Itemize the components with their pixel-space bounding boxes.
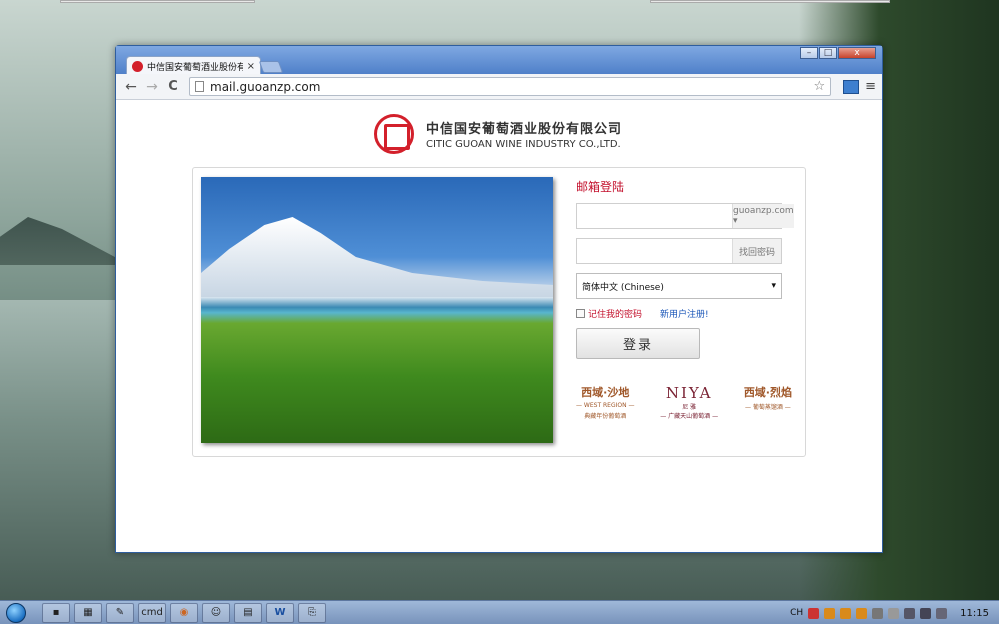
email-field: guoanzp.com ▾: [576, 203, 794, 229]
username-input[interactable]: [577, 204, 732, 228]
page-content: 中信国安葡萄酒业股份有限公司 CITIC GUOAN WINE INDUSTRY…: [116, 100, 882, 552]
start-button[interactable]: [2, 601, 30, 624]
clock[interactable]: 11:15: [960, 608, 989, 619]
login-title: 邮箱登陆: [576, 180, 625, 194]
remember-label[interactable]: 记住我的密码: [588, 307, 642, 320]
taskbar-item-word[interactable]: W: [266, 602, 294, 623]
wallpaper-hill: [0, 217, 130, 265]
chevron-down-icon: ▾: [771, 281, 776, 291]
tray-icon[interactable]: [872, 607, 884, 619]
password-input[interactable]: [577, 239, 732, 263]
url-text[interactable]: mail.guoanzp.com: [210, 80, 813, 94]
taskbar-item[interactable]: ▦: [74, 602, 102, 623]
network-icon[interactable]: [904, 607, 916, 619]
snow-mountain: [201, 217, 553, 297]
login-options: 记住我的密码 新用户注册!: [576, 307, 786, 320]
page-icon: [195, 81, 204, 92]
brand-subtitle: — WEST REGION —: [576, 402, 635, 409]
taskbar-item[interactable]: ⎘: [298, 602, 326, 623]
browser-toolbar: ← → C mail.guoanzp.com ☆ ≡: [116, 74, 882, 100]
logo-english-name: CITIC GUOAN WINE INDUSTRY CO.,LTD.: [426, 139, 621, 150]
new-tab-button[interactable]: [258, 61, 284, 73]
taskbar: ▪ ▦ ✎ cmd ◉ ☺ ▤ W ⎘ CH 11:15: [0, 600, 999, 624]
close-button[interactable]: x: [838, 47, 876, 59]
brand-subtitle: — 广藏天山葡萄酒 —: [660, 413, 719, 420]
taskbar-item[interactable]: cmd: [138, 602, 166, 623]
logo-chinese-name: 中信国安葡萄酒业股份有限公司: [426, 122, 623, 137]
language-select[interactable]: 简体中文 (Chinese) ▾: [576, 273, 782, 299]
domain-select[interactable]: guoanzp.com ▾: [732, 204, 794, 228]
maximize-button[interactable]: □: [819, 47, 837, 59]
window-controls: – □ x: [800, 47, 876, 59]
tray-icon[interactable]: [808, 607, 820, 619]
company-logo: 中信国安葡萄酒业股份有限公司 CITIC GUOAN WINE INDUSTRY…: [374, 114, 622, 154]
taskbar-item[interactable]: ▤: [234, 602, 262, 623]
password-field: 找回密码: [576, 238, 782, 264]
login-form: 邮箱登陆 guoanzp.com ▾ 找回密码 简体中文 (Chinese) ▾…: [576, 178, 794, 359]
brand-logos: 西域·沙地 — WEST REGION — 典藏年份葡萄酒 NIYA 尼 雅 —…: [576, 384, 792, 420]
qq-icon[interactable]: [840, 607, 852, 619]
taskbar-item[interactable]: ☺: [202, 602, 230, 623]
window-titlebar[interactable]: 中信国安葡萄酒业股份有限 × – □ x: [116, 46, 882, 75]
brand-name: NIYA: [665, 384, 713, 402]
forward-arrow-icon[interactable]: →: [143, 79, 161, 95]
brand-subtitle: — 葡萄蒸馏酒 —: [744, 404, 791, 411]
brand-subtitle: 典藏年份葡萄酒: [584, 413, 627, 420]
brand-name: 西域·烈焰: [743, 386, 792, 399]
tab-close-icon[interactable]: ×: [247, 61, 255, 72]
address-bar[interactable]: mail.guoanzp.com ☆: [189, 77, 832, 96]
tray-icon[interactable]: [888, 607, 900, 619]
reload-icon[interactable]: C: [164, 79, 182, 94]
qq-icon[interactable]: [824, 607, 836, 619]
taskbar-item[interactable]: ▪: [42, 602, 70, 623]
browser-tab[interactable]: 中信国安葡萄酒业股份有限 ×: [126, 56, 261, 75]
citic-logo-icon: [374, 114, 414, 154]
input-language[interactable]: CH: [790, 608, 803, 618]
background-window-edge: [60, 0, 255, 3]
tray-icon[interactable]: [936, 607, 948, 619]
logo-text: 中信国安葡萄酒业股份有限公司 CITIC GUOAN WINE INDUSTRY…: [426, 118, 622, 150]
login-panel: 邮箱登陆 guoanzp.com ▾ 找回密码 简体中文 (Chinese) ▾…: [192, 167, 806, 457]
taskbar-items: ▪ ▦ ✎ cmd ◉ ☺ ▤ W ⎘: [42, 602, 326, 623]
background-window-edge: [650, 0, 890, 3]
tab-title: 中信国安葡萄酒业股份有限: [147, 62, 243, 73]
brand-subtitle: 尼 雅: [682, 404, 697, 411]
system-tray: CH 11:15: [790, 601, 993, 624]
find-password-button[interactable]: 找回密码: [732, 239, 781, 263]
extension-icon[interactable]: [843, 79, 860, 94]
bookmark-star-icon[interactable]: ☆: [813, 79, 825, 94]
menu-icon[interactable]: ≡: [865, 79, 876, 94]
taskbar-item[interactable]: ✎: [106, 602, 134, 623]
brand-niya: NIYA 尼 雅 — 广藏天山葡萄酒 —: [660, 384, 718, 420]
browser-window: 中信国安葡萄酒业股份有限 × – □ x ← → C mail.guoanzp.…: [115, 45, 883, 553]
minimize-button[interactable]: –: [800, 47, 818, 59]
login-button[interactable]: 登录: [576, 328, 700, 359]
brand-west-region: 西域·沙地 — WEST REGION — 典藏年份葡萄酒: [576, 384, 635, 420]
language-value: 简体中文 (Chinese): [582, 282, 664, 293]
windows-logo-icon: [6, 602, 26, 623]
back-arrow-icon[interactable]: ←: [122, 79, 140, 95]
volume-icon[interactable]: [920, 607, 932, 619]
brand-blaze: 西域·烈焰 — 葡萄蒸馏酒 —: [744, 384, 792, 420]
vineyard-image: [201, 177, 553, 443]
citic-favicon-icon: [132, 60, 143, 72]
remember-checkbox[interactable]: [576, 309, 585, 318]
register-link[interactable]: 新用户注册!: [660, 307, 709, 320]
taskbar-item-chrome[interactable]: ◉: [170, 602, 198, 623]
brand-name: 西域·沙地: [581, 386, 630, 399]
qq-icon[interactable]: [856, 607, 868, 619]
